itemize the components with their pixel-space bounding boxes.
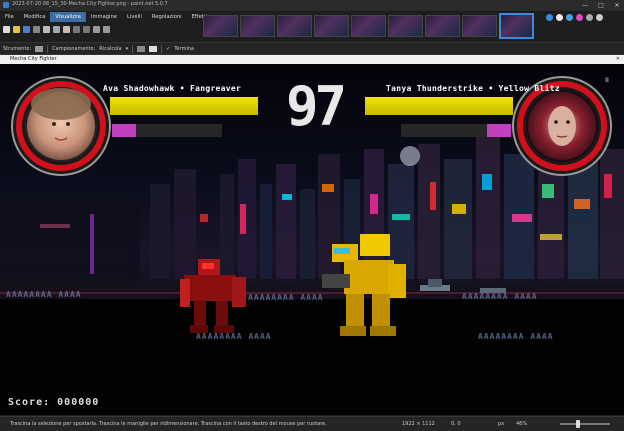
image-thumbnail[interactable]	[388, 15, 423, 37]
image-tabs	[203, 12, 543, 40]
sampling-label: Campionamento:	[52, 45, 96, 52]
document-title-bar: Mecha City Fighter ✕	[0, 55, 624, 64]
document-window: Mecha City Fighter ✕ Ava Shadowhawk • Fa…	[0, 55, 624, 415]
menu-livelli[interactable]: Livelli	[122, 12, 147, 22]
canvas-image[interactable]: Ava Shadowhawk • Fangreaver 97 Tanya Thu…	[0, 64, 624, 415]
cut-icon[interactable]	[43, 25, 50, 33]
player1-energy-bar	[112, 124, 222, 137]
tool-options-bar: Strumento: Campionamento: Ricalcola ▾ ✓ …	[0, 42, 624, 55]
save-icon[interactable]	[23, 25, 30, 33]
image-thumbnail[interactable]	[240, 15, 275, 37]
divider	[161, 44, 163, 53]
score-display: Score: 000000	[8, 397, 99, 408]
document-title: Mecha City Fighter	[10, 56, 57, 62]
glitch-text: AAAAAAAA AAAA	[6, 290, 82, 299]
glitch-text: AAAAAAAA AAAA	[462, 292, 538, 301]
score-value: 000000	[57, 397, 100, 408]
player1-portrait-frame	[11, 76, 111, 176]
round-timer: 97	[286, 75, 347, 138]
colors-icon[interactable]	[576, 14, 583, 21]
app-icon	[3, 2, 9, 8]
copy-icon[interactable]	[53, 25, 60, 33]
pause-button[interactable]: II	[602, 77, 612, 85]
image-dimensions: 1922 × 1112	[402, 421, 435, 427]
new-icon[interactable]	[3, 25, 10, 33]
main-toolbar	[0, 23, 203, 35]
move-selection-icon[interactable]	[35, 45, 44, 52]
selection-offset: 0, 0	[451, 421, 461, 427]
document-close-button[interactable]: ✕	[616, 55, 620, 64]
status-bar: Trascina la selezione per spostarla. Tra…	[0, 416, 624, 431]
finish-button[interactable]: Termina	[174, 46, 194, 52]
player2-energy-fill	[486, 124, 511, 137]
print-icon[interactable]	[33, 25, 40, 33]
tools-icon[interactable]	[546, 14, 553, 21]
zoom-slider[interactable]	[560, 420, 610, 428]
image-thumbnail[interactable]	[314, 15, 349, 37]
check-icon: ✓	[166, 45, 171, 52]
menu-modifica[interactable]: Modifica	[19, 12, 51, 22]
antialias-icon[interactable]	[149, 45, 158, 52]
close-button[interactable]: ✕	[612, 0, 622, 11]
menu-file[interactable]: File	[0, 12, 19, 22]
glitch-text: AAAAAAAA AAAA	[248, 293, 324, 302]
player1-energy-fill	[112, 124, 137, 137]
history-icon[interactable]	[556, 14, 563, 21]
grid-icon[interactable]	[93, 25, 100, 33]
settings-icon[interactable]	[586, 14, 593, 21]
window-tool-controls	[546, 14, 603, 21]
menu-visualizza[interactable]: Visualizza	[50, 12, 86, 22]
glitch-text: AAAAAAAA AAAA	[478, 332, 554, 341]
divider	[132, 44, 134, 53]
score-label: Score:	[8, 397, 51, 408]
window-controls: — □ ✕	[580, 0, 622, 11]
ruler-icon[interactable]	[103, 25, 110, 33]
window-title: 2023-07-20 08_15_30-Mecha City Fighter.p…	[12, 1, 168, 7]
divider	[47, 44, 49, 53]
image-thumbnail[interactable]	[462, 15, 497, 37]
menu-immagine[interactable]: Immagine	[86, 12, 122, 22]
zoom-level[interactable]: 46%	[516, 421, 527, 427]
undo-icon[interactable]	[73, 25, 80, 33]
player1-name: Ava Shadowhawk • Fangreaver	[103, 84, 242, 93]
glitch-text: AAAAAAAA AAAA	[196, 332, 272, 341]
menu-bar: File Modifica Visualizza Immagine Livell…	[0, 12, 207, 22]
menu-regolazioni[interactable]: Regolazioni	[147, 12, 187, 22]
zoom-slider-handle[interactable]	[576, 420, 580, 428]
blend-icon[interactable]	[137, 45, 146, 52]
help-icon[interactable]	[596, 14, 603, 21]
image-thumbnail[interactable]	[277, 15, 312, 37]
image-thumbnail[interactable]	[425, 15, 460, 37]
player2-health-bar	[365, 97, 513, 115]
minimize-button[interactable]: —	[580, 0, 590, 11]
layers-icon[interactable]	[566, 14, 573, 21]
image-thumbnail[interactable]	[351, 15, 386, 37]
tool-label: Strumento:	[3, 45, 32, 52]
maximize-button[interactable]: □	[596, 0, 606, 11]
open-icon[interactable]	[13, 25, 20, 33]
unit-dropdown[interactable]: px	[498, 421, 504, 427]
image-thumbnail-active[interactable]	[499, 13, 534, 39]
player2-energy-bar	[401, 124, 511, 137]
paste-icon[interactable]	[63, 25, 70, 33]
title-bar: 2023-07-20 08_15_30-Mecha City Fighter.p…	[0, 0, 624, 12]
chevron-down-icon[interactable]: ▾	[126, 46, 129, 52]
status-message: Trascina la selezione per spostarla. Tra…	[10, 421, 327, 427]
player1-health-bar	[110, 97, 258, 115]
image-thumbnail[interactable]	[203, 15, 238, 37]
player2-name: Tanya Thunderstrike • Yellow Blitz	[386, 84, 560, 93]
sampling-dropdown[interactable]: Ricalcola	[99, 46, 121, 52]
redo-icon[interactable]	[83, 25, 90, 33]
